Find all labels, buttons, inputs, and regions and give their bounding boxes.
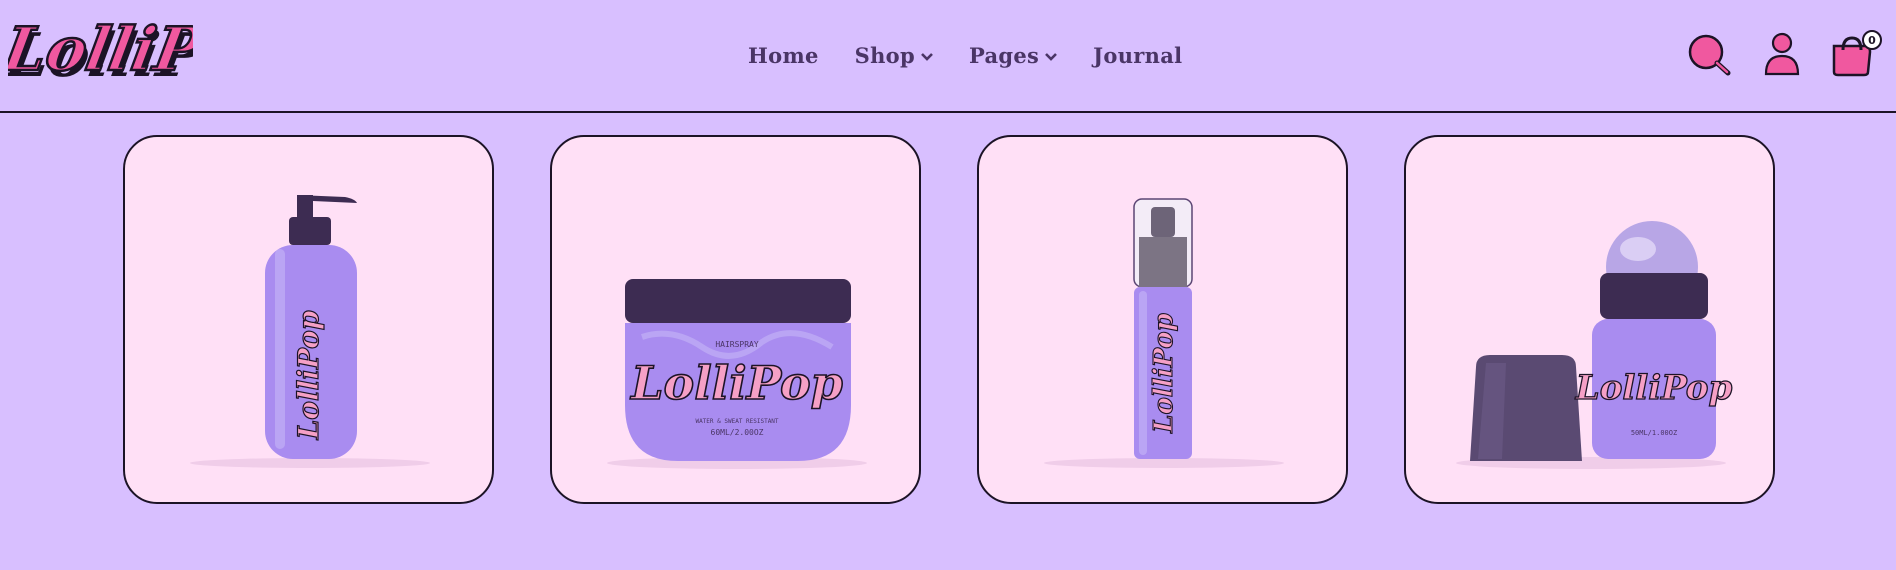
main-nav: Home Shop Pages Journal xyxy=(748,40,1182,70)
chevron-down-icon xyxy=(1045,53,1058,61)
product-image-roll-on: LolliPop 50ML/1.00OZ xyxy=(1456,221,1733,469)
product-image-pump-bottle: LolliPop xyxy=(190,195,430,468)
nav-pages[interactable]: Pages xyxy=(968,42,1058,68)
nav-home[interactable]: Home xyxy=(748,43,819,68)
product-card-spray-bottle[interactable]: LolliPop xyxy=(977,135,1348,504)
nav-home-label: Home xyxy=(748,42,819,68)
product-image-spray-bottle: LolliPop xyxy=(1044,198,1284,468)
svg-text:60ML/2.00OZ: 60ML/2.00OZ xyxy=(711,428,764,437)
site-header: LolliPop LolliPop Home Shop Pages Journa… xyxy=(0,0,1896,113)
user-icon[interactable] xyxy=(1764,32,1800,76)
cart-count-badge: 0 xyxy=(1862,30,1882,50)
product-card-pump-bottle[interactable]: LolliPop xyxy=(123,135,494,504)
svg-text:50ML/1.00OZ: 50ML/1.00OZ xyxy=(1631,429,1677,437)
svg-text:HAIRSPRAY: HAIRSPRAY xyxy=(715,340,759,349)
nav-journal-label: Journal xyxy=(1093,42,1183,68)
chevron-down-icon xyxy=(921,53,933,61)
svg-text:LolliPop: LolliPop xyxy=(629,356,843,410)
svg-text:LolliPop: LolliPop xyxy=(1149,313,1179,434)
svg-text:LolliPop: LolliPop xyxy=(1575,368,1733,408)
product-card-roll-on[interactable]: LolliPop 50ML/1.00OZ xyxy=(1404,135,1775,504)
search-icon[interactable] xyxy=(1686,32,1734,78)
product-image-jar: HAIRSPRAY LolliPop WATER & SWEAT RESISTA… xyxy=(607,279,867,469)
product-card-jar[interactable]: HAIRSPRAY LolliPop WATER & SWEAT RESISTA… xyxy=(550,135,921,504)
svg-text:WATER & SWEAT RESISTANT: WATER & SWEAT RESISTANT xyxy=(695,418,778,425)
nav-shop-label: Shop xyxy=(854,42,915,68)
nav-journal[interactable]: Journal xyxy=(1093,43,1182,68)
nav-pages-label: Pages xyxy=(968,42,1040,68)
svg-text:LolliPop: LolliPop xyxy=(8,14,193,84)
lollipop-logo[interactable]: LolliPop LolliPop xyxy=(8,8,193,94)
svg-text:LolliPop: LolliPop xyxy=(292,310,325,440)
nav-shop[interactable]: Shop xyxy=(855,43,933,68)
